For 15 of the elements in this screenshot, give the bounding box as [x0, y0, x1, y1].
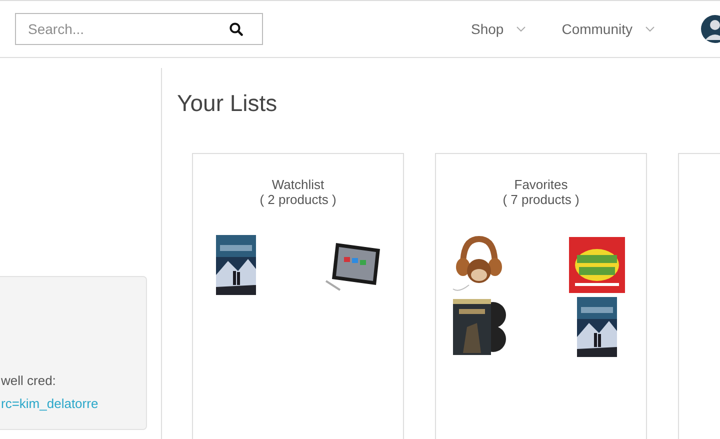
list-name: Favorites — [513, 177, 569, 192]
menu-item[interactable]: Community — [562, 21, 654, 37]
avatar[interactable] — [700, 14, 720, 44]
product-count: ( 7 products ) — [502, 192, 580, 207]
chevron-down-icon — [516, 26, 526, 32]
search-icon[interactable] — [229, 22, 243, 36]
list-card[interactable]: Favorites ( 7 products ) — [435, 153, 647, 439]
note-text: well cred: — [1, 373, 57, 388]
product-count: ( 2 products ) — [258, 192, 338, 207]
menu-item[interactable]: Shop — [471, 21, 526, 37]
list-name: Watchlist — [270, 177, 326, 192]
search-field[interactable]: Search... — [15, 13, 263, 45]
list-card[interactable]: Watchlist ( 2 products ) — [192, 153, 404, 439]
page-title: Your Lists — [177, 90, 278, 117]
chevron-down-icon — [644, 26, 654, 32]
